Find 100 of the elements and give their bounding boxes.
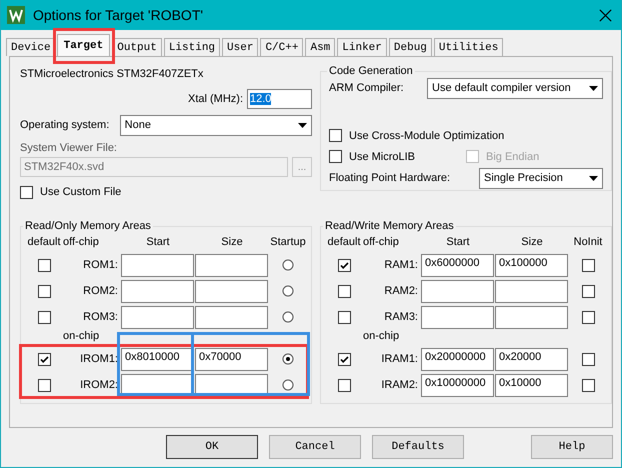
- checkbox[interactable]: [38, 378, 50, 392]
- field-label: Xtal (MHz):: [188, 93, 243, 105]
- tab[interactable]: Utilities: [434, 38, 504, 56]
- checkbox[interactable]: [38, 284, 50, 298]
- input-field[interactable]: 0x100000: [495, 254, 568, 276]
- field-label: IRAM1:: [380, 353, 419, 365]
- input-field[interactable]: [495, 280, 568, 302]
- input-field[interactable]: [195, 280, 268, 302]
- dialog-button[interactable]: OK: [166, 435, 258, 459]
- tab[interactable]: Asm: [305, 38, 336, 56]
- window-title: Options for Target 'ROBOT': [33, 7, 204, 23]
- field-label: ROM3:: [82, 311, 119, 323]
- column-header: NoInit: [572, 235, 604, 250]
- input-field[interactable]: 0x20000000: [421, 348, 494, 370]
- dropdown[interactable]: None: [120, 114, 312, 136]
- checkbox[interactable]: [38, 352, 50, 366]
- tab[interactable]: Listing: [164, 38, 220, 56]
- column-header: Start: [145, 235, 171, 250]
- column-header: off-chip: [63, 235, 100, 250]
- checkbox[interactable]: [582, 310, 594, 324]
- field-label: IRAM2:: [380, 379, 419, 391]
- input-field[interactable]: 12.0: [247, 89, 312, 109]
- input-field[interactable]: 0x6000000: [421, 254, 494, 276]
- field-label: ROM2:: [82, 285, 119, 297]
- column-header: Start: [445, 235, 471, 250]
- caret-icon: [589, 86, 598, 90]
- checkbox[interactable]: [338, 284, 350, 298]
- input-field[interactable]: 0x20000: [495, 348, 568, 370]
- device-name: STMicroelectronics STM32F407ZETx: [20, 68, 204, 82]
- checkbox[interactable]: [329, 150, 342, 163]
- checkbox-label: Use Cross-Module Optimization: [349, 130, 504, 142]
- checkbox[interactable]: [582, 284, 594, 298]
- checkbox[interactable]: [582, 352, 594, 366]
- field-label: System Viewer File:: [20, 142, 118, 154]
- app-icon: [7, 6, 25, 24]
- input-field[interactable]: [421, 280, 494, 302]
- column-header: Size: [220, 235, 244, 250]
- input-field[interactable]: [121, 280, 194, 302]
- section-label: on-chip: [63, 330, 100, 344]
- input-field[interactable]: [195, 254, 268, 276]
- input-field[interactable]: [495, 306, 568, 328]
- dialog-button[interactable]: Cancel: [269, 435, 361, 459]
- tab[interactable]: User: [222, 38, 258, 56]
- tab[interactable]: Target: [56, 34, 110, 56]
- column-header: Size: [520, 235, 544, 250]
- dialog-button[interactable]: Help: [531, 435, 613, 459]
- tab[interactable]: Linker: [337, 38, 387, 56]
- field-label: RAM3:: [383, 311, 419, 323]
- caret-icon: [589, 176, 598, 180]
- input-field[interactable]: 0x8010000: [121, 348, 194, 370]
- checkbox[interactable]: [38, 310, 50, 324]
- checkbox-label: Use Custom File: [40, 186, 122, 198]
- column-header: default: [26, 235, 62, 250]
- dropdown[interactable]: Use default compiler version: [427, 78, 603, 98]
- checkbox-label: Big Endian: [486, 150, 540, 162]
- field-label: ROM1:: [82, 259, 119, 271]
- checkbox[interactable]: [329, 129, 342, 142]
- column-header: default: [326, 235, 362, 250]
- column-header: Startup: [269, 235, 307, 250]
- field-label: ARM Compiler:: [329, 82, 404, 94]
- radio-button[interactable]: [282, 353, 294, 365]
- radio-button[interactable]: [282, 259, 294, 271]
- field-label: RAM2:: [383, 285, 419, 297]
- checkbox[interactable]: [582, 378, 594, 392]
- group-title: Read/Only Memory Areas: [24, 220, 152, 232]
- dropdown[interactable]: Single Precision: [479, 168, 603, 188]
- field-label: Floating Point Hardware:: [329, 172, 450, 184]
- input-field[interactable]: 0x70000: [195, 348, 268, 370]
- group-title: Code Generation: [328, 65, 414, 77]
- input-field[interactable]: [121, 306, 194, 328]
- checkbox-label: Use MicroLIB: [349, 150, 416, 162]
- caret-icon: [298, 122, 307, 128]
- tab[interactable]: C/C++: [260, 38, 304, 56]
- column-header: off-chip: [363, 235, 400, 250]
- field-label: IROM1:: [79, 353, 119, 365]
- dialog-button[interactable]: Defaults: [372, 435, 464, 459]
- field-label: Operating system:: [20, 119, 110, 131]
- input-field[interactable]: 0x10000: [495, 374, 568, 396]
- input-field[interactable]: 0x10000000: [421, 374, 494, 396]
- tab[interactable]: Device: [6, 38, 56, 56]
- field-label: IROM2:: [79, 379, 119, 391]
- tab[interactable]: Output: [112, 38, 162, 56]
- checkbox[interactable]: [582, 258, 594, 272]
- close-icon: [598, 8, 613, 22]
- checkbox[interactable]: [338, 378, 350, 392]
- input-field[interactable]: [121, 254, 194, 276]
- input-field[interactable]: [421, 306, 494, 328]
- radio-button[interactable]: [282, 379, 294, 391]
- section-label: on-chip: [363, 330, 400, 344]
- tab[interactable]: Debug: [388, 38, 432, 56]
- group-title: Read/Write Memory Areas: [324, 220, 455, 232]
- input-field[interactable]: [195, 306, 268, 328]
- field-label: RAM1:: [383, 259, 419, 271]
- checkbox[interactable]: [38, 258, 50, 272]
- checkbox[interactable]: [338, 352, 350, 366]
- radio-button[interactable]: [282, 285, 294, 297]
- checkbox[interactable]: [20, 186, 33, 198]
- radio-button[interactable]: [282, 311, 294, 323]
- checkbox[interactable]: [338, 258, 350, 272]
- checkbox[interactable]: [338, 310, 350, 324]
